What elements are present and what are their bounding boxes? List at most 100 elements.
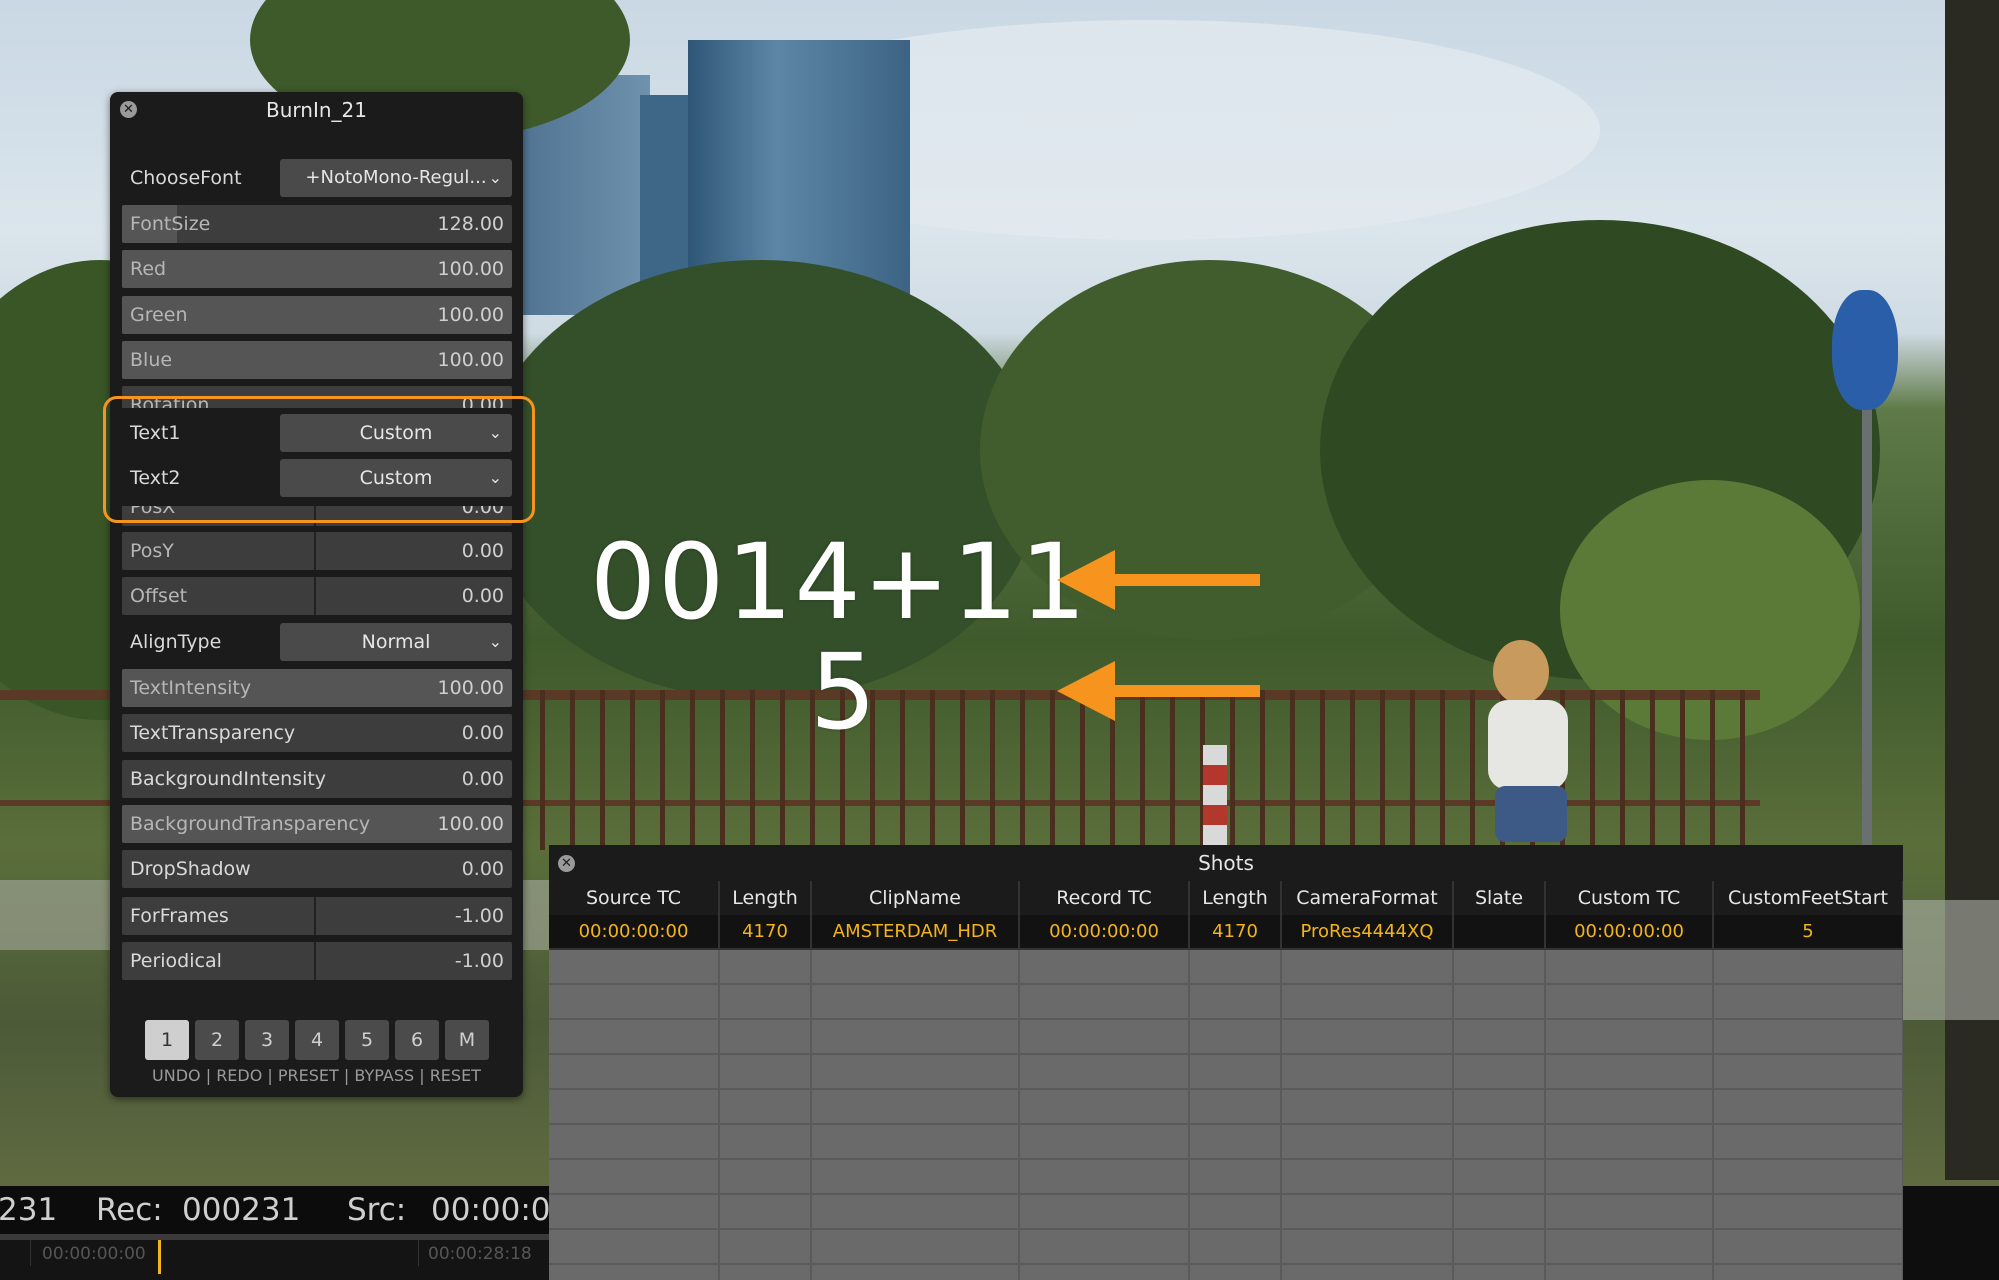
choose-font-dropdown[interactable]: +NotoMono-Regul... ⌄ (280, 159, 512, 197)
column-header[interactable]: Length (719, 881, 812, 915)
column-header[interactable]: Slate (1453, 881, 1546, 915)
table-row-empty (549, 1159, 1903, 1195)
blue-slider-row[interactable]: Blue 100.00 (122, 341, 512, 379)
column-header[interactable]: Record TC (1019, 881, 1190, 915)
timecode-bar: 231 Rec: 000231 Src: 00:00:0 (0, 1186, 560, 1234)
textintensity-slider[interactable]: TextIntensity 100.00 (122, 669, 512, 707)
column-header[interactable]: Source TC (549, 881, 720, 915)
slider-value: -1.00 (454, 950, 504, 972)
timeline[interactable]: 00:00:00:00 00:00:28:18 (0, 1234, 560, 1280)
burnin-text-line1: 0014+11 (590, 521, 1089, 643)
burnin-panel: ✕ BurnIn_21 ChooseFont +NotoMono-Regul..… (110, 92, 523, 1097)
table-row-empty (549, 1124, 1903, 1160)
preset-button-m[interactable]: M (445, 1020, 489, 1060)
blue-slider[interactable]: Blue 100.00 (122, 341, 512, 379)
table-cell[interactable]: 5 (1713, 915, 1903, 950)
green-slider-row[interactable]: Green 100.00 (122, 296, 512, 334)
playhead[interactable] (158, 1240, 161, 1274)
slider-value: 0.00 (461, 768, 504, 790)
slider-center-mark (314, 942, 316, 980)
slider-value: 100.00 (437, 304, 504, 326)
table-cell[interactable]: 00:00:00:00 (1019, 915, 1190, 950)
slider-name: ForFrames (130, 905, 229, 927)
undo-redo-actions[interactable]: UNDO | REDO | PRESET | BYPASS | RESET (110, 1066, 523, 1085)
table-cell[interactable]: 4170 (1189, 915, 1282, 950)
red-slider-row[interactable]: Red 100.00 (122, 250, 512, 288)
timeline-track (0, 1234, 560, 1240)
fontsize-slider-row[interactable]: FontSize 128.00 (122, 205, 512, 243)
slider-value: 100.00 (437, 349, 504, 371)
preset-button-6[interactable]: 6 (395, 1020, 439, 1060)
column-header[interactable]: Custom TC (1545, 881, 1714, 915)
src-label: Src: (347, 1192, 407, 1228)
table-row-empty (549, 984, 1903, 1020)
table-row-empty (549, 949, 1903, 985)
preset-button-4[interactable]: 4 (295, 1020, 339, 1060)
aligntype-label: AlignType (130, 631, 222, 653)
backgroundintensity-slider[interactable]: BackgroundIntensity 0.00 (122, 760, 512, 798)
column-header[interactable]: CameraFormat (1281, 881, 1454, 915)
slider-name: TextTransparency (130, 722, 296, 744)
chevron-down-icon: ⌄ (488, 632, 502, 651)
column-header[interactable]: CustomFeetStart (1713, 881, 1903, 915)
aligntype-dropdown[interactable]: Normal ⌄ (280, 623, 512, 661)
table-cell[interactable]: 00:00:00:00 (1545, 915, 1714, 950)
table-cell[interactable]: AMSTERDAM_HDR (811, 915, 1020, 950)
texttransparency-slider[interactable]: TextTransparency 0.00 (122, 714, 512, 752)
forframes-slider-row[interactable]: ForFrames -1.00 (122, 897, 512, 935)
table-row-empty (549, 1194, 1903, 1230)
slider-value: 0.00 (461, 585, 504, 607)
backgroundtransparency-slider-row[interactable]: BackgroundTransparency 100.00 (122, 805, 512, 843)
preset-button-5[interactable]: 5 (345, 1020, 389, 1060)
table-cell[interactable] (1453, 915, 1546, 950)
forframes-slider[interactable]: ForFrames -1.00 (122, 897, 512, 935)
panel-title: BurnIn_21 (266, 98, 367, 122)
fontsize-slider[interactable]: FontSize 128.00 (122, 205, 512, 243)
backgroundtransparency-slider[interactable]: BackgroundTransparency 100.00 (122, 805, 512, 843)
preset-button-1[interactable]: 1 (145, 1020, 189, 1060)
preset-button-2[interactable]: 2 (195, 1020, 239, 1060)
src-value: 00:00:0 (431, 1192, 551, 1228)
textintensity-slider-row[interactable]: TextIntensity 100.00 (122, 669, 512, 707)
highlight-box (103, 396, 535, 523)
dropshadow-slider-row[interactable]: DropShadow 0.00 (122, 850, 512, 888)
slider-center-mark (314, 897, 316, 935)
posy-slider[interactable]: PosY 0.00 (122, 532, 512, 570)
timeline-end: 00:00:28:18 (428, 1244, 532, 1264)
column-header[interactable]: ClipName (811, 881, 1020, 915)
slider-center-mark (314, 532, 316, 570)
offset-slider[interactable]: Offset 0.00 (122, 577, 512, 615)
slider-name: Blue (130, 349, 173, 371)
green-slider[interactable]: Green 100.00 (122, 296, 512, 334)
timeline-tick (418, 1240, 419, 1266)
slider-name: FontSize (130, 213, 211, 235)
periodical-slider[interactable]: Periodical -1.00 (122, 942, 512, 980)
table-row-empty (549, 1054, 1903, 1090)
preset-button-3[interactable]: 3 (245, 1020, 289, 1060)
table-cell[interactable]: 00:00:00:00 (549, 915, 720, 950)
table-cell[interactable]: ProRes4444XQ (1281, 915, 1454, 950)
dropshadow-slider[interactable]: DropShadow 0.00 (122, 850, 512, 888)
periodical-slider-row[interactable]: Periodical -1.00 (122, 942, 512, 980)
rec-value: 000231 (182, 1192, 301, 1228)
table-cell[interactable]: 4170 (719, 915, 812, 950)
slider-value: 100.00 (437, 677, 504, 699)
slider-name: Periodical (130, 950, 222, 972)
posy-slider-row[interactable]: PosY 0.00 (122, 532, 512, 570)
timeline-start: 00:00:00:00 (42, 1244, 146, 1264)
slider-value: 128.00 (437, 213, 504, 235)
red-slider[interactable]: Red 100.00 (122, 250, 512, 288)
timeline-right (1899, 1186, 1999, 1280)
column-header[interactable]: Length (1189, 881, 1282, 915)
table-row-empty (549, 1089, 1903, 1125)
choose-font-row: ChooseFont +NotoMono-Regul... ⌄ (122, 159, 512, 197)
backgroundintensity-slider-row[interactable]: BackgroundIntensity 0.00 (122, 760, 512, 798)
offset-slider-row[interactable]: Offset 0.00 (122, 577, 512, 615)
burnin-text-line2: 5 (810, 631, 877, 753)
slider-name: DropShadow (130, 858, 251, 880)
close-icon[interactable]: ✕ (558, 855, 575, 872)
texttransparency-slider-row[interactable]: TextTransparency 0.00 (122, 714, 512, 752)
table-row[interactable]: 00:00:00:00 4170 AMSTERDAM_HDR 00:00:00:… (549, 915, 1903, 950)
close-icon[interactable]: ✕ (120, 101, 137, 118)
shots-table: Source TC Length ClipName Record TC Leng… (549, 881, 1903, 1280)
